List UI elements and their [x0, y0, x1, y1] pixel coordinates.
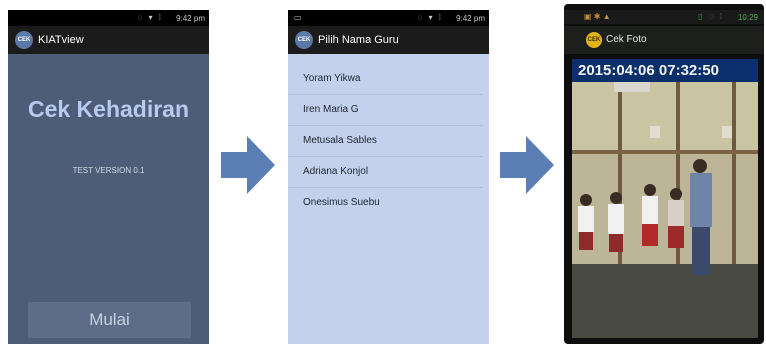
classroom-photo — [572, 82, 758, 338]
list-item[interactable]: Metusala Sables — [288, 126, 483, 157]
app-title: Pilih Nama Guru — [318, 34, 399, 46]
list-item[interactable]: Onesimus Suebu — [288, 188, 483, 218]
list-item[interactable]: Iren Maria G — [288, 95, 483, 126]
status-bar: ◌ ▾ ⁞ 9:42 pm — [8, 10, 209, 26]
photo-icon — [572, 82, 758, 338]
list-item[interactable]: Adriana Konjol — [288, 157, 483, 188]
status-clock: 10:29 — [737, 13, 758, 22]
app-logo-icon: CEK — [586, 32, 602, 48]
photo-timestamp: 2015:04:06 07:32:50 — [572, 59, 758, 82]
app-title: Cek Foto — [606, 34, 647, 45]
app-logo-icon: CEK — [15, 31, 33, 49]
start-screen: ◌ ▾ ⁞ 9:42 pm CEK KIATview Cek Kehadiran… — [8, 10, 209, 344]
wifi-signal-icon: ◌ ▾ ⁞ — [137, 13, 163, 22]
app-logo-icon: CEK — [295, 31, 313, 49]
photo-check-screen: ▣ ✱ ▲ ▯ ◌ ⁞ 10:29 CEK Cek Foto 2015:04:0… — [564, 4, 764, 344]
status-clock: 9:42 pm — [176, 14, 205, 23]
action-bar: CEK Pilih Nama Guru — [288, 26, 489, 54]
app-title: KIATview — [38, 34, 84, 46]
notification-icon: ▭ — [294, 13, 302, 22]
status-bar: ▣ ✱ ▲ ▯ ◌ ⁞ 10:29 — [564, 10, 764, 24]
start-button[interactable]: Mulai — [28, 302, 191, 338]
wifi-signal-icon: ▯ ◌ ⁞ — [698, 12, 724, 21]
wifi-signal-icon: ◌ ▾ ⁞ — [417, 13, 443, 22]
right-arrow-icon — [221, 136, 275, 194]
notification-icon: ▣ ✱ ▲ — [584, 12, 611, 21]
status-clock: 9:42 pm — [456, 14, 485, 23]
version-label: TEST VERSION 0.1 — [72, 166, 145, 175]
status-bar: ▭ ◌ ▾ ⁞ 9:42 pm — [288, 10, 489, 26]
action-bar: CEK Cek Foto — [564, 26, 764, 54]
teacher-select-screen: ▭ ◌ ▾ ⁞ 9:42 pm CEK Pilih Nama Guru Yora… — [288, 10, 489, 344]
teacher-name-list: Yoram Yikwa Iren Maria G Metusala Sables… — [288, 64, 489, 218]
list-item[interactable]: Yoram Yikwa — [288, 64, 483, 95]
action-bar: CEK KIATview — [8, 26, 209, 54]
right-arrow-icon — [500, 136, 554, 194]
screen-title: Cek Kehadiran — [27, 96, 190, 122]
